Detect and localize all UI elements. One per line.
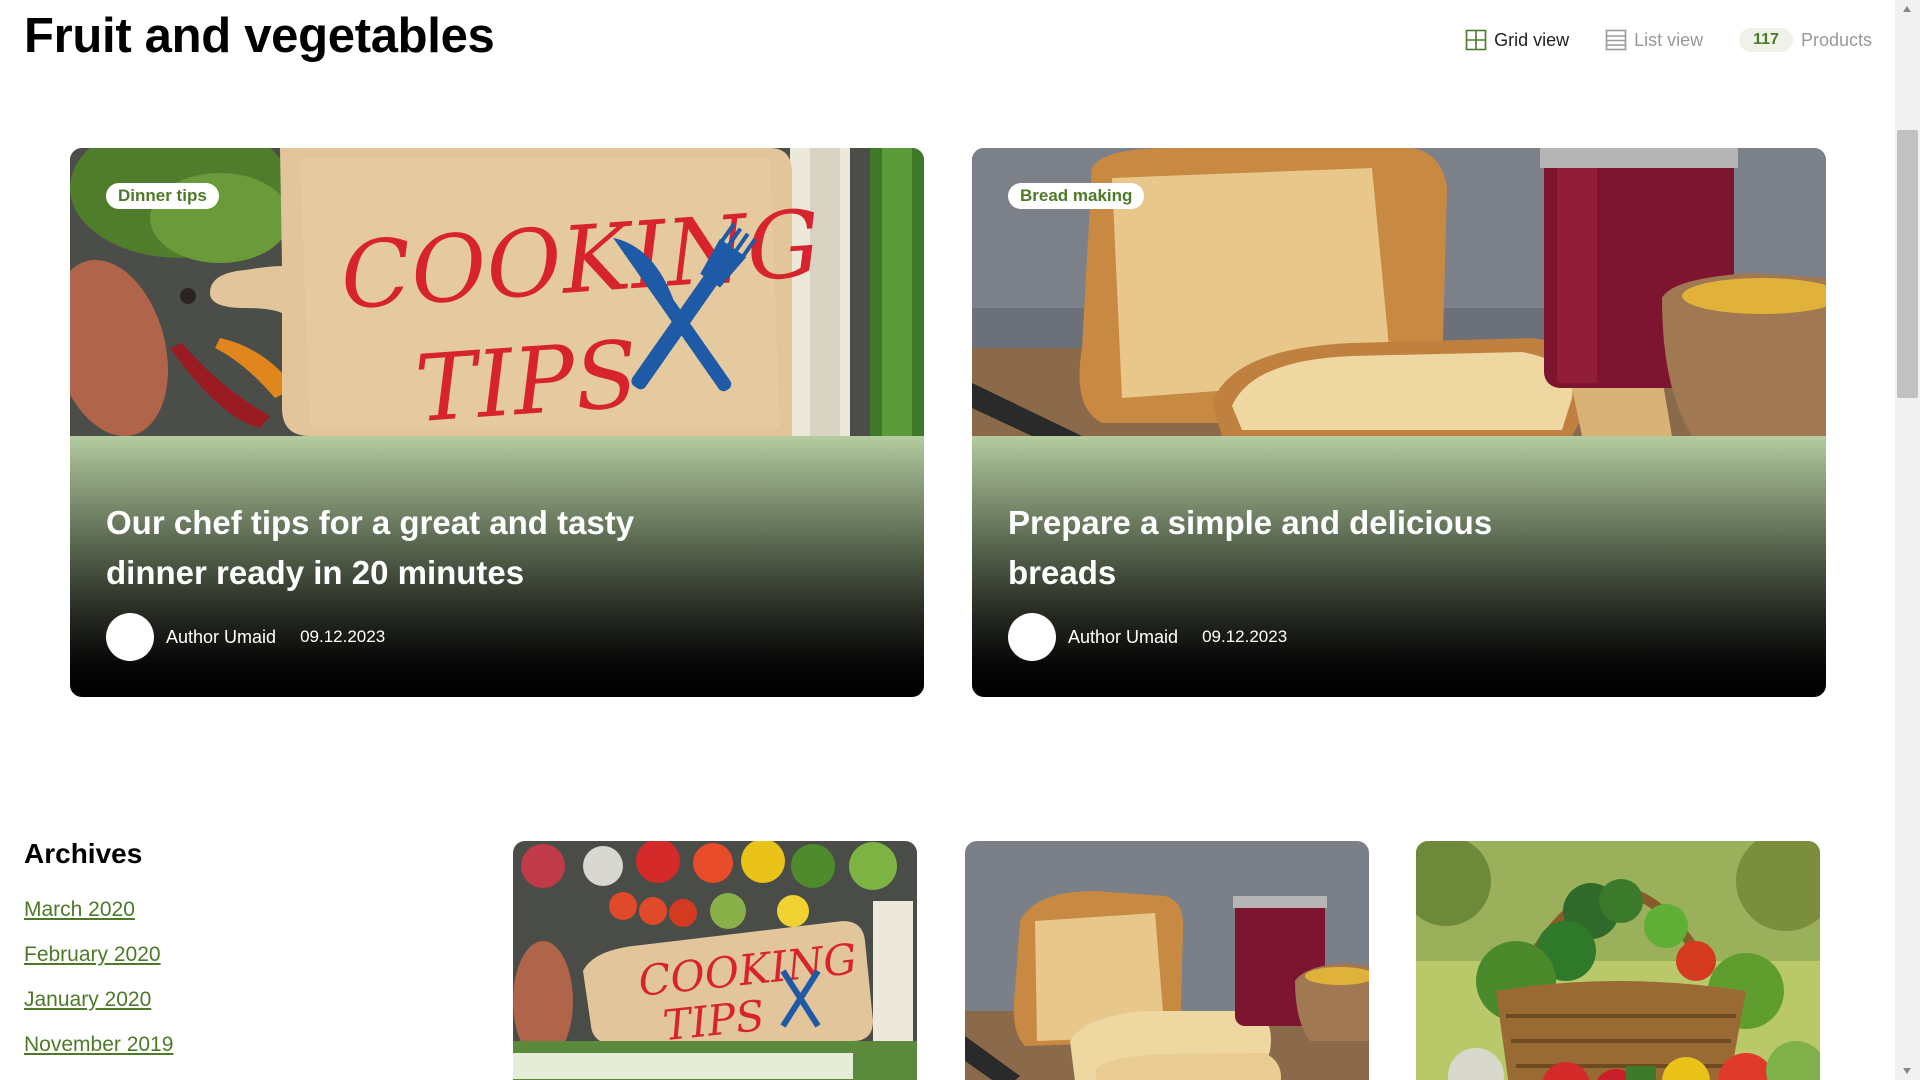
- archives-section: Archives March 2020 February 2020 Januar…: [24, 838, 173, 1078]
- page-title: Fruit and vegetables: [24, 9, 495, 63]
- archive-link-november-2019[interactable]: November 2019: [24, 1033, 173, 1057]
- archive-link-march-2020[interactable]: March 2020: [24, 898, 173, 922]
- grid-icon: [1465, 29, 1487, 51]
- author-name: Author Umaid: [166, 626, 277, 647]
- list-view-button[interactable]: List view: [1605, 29, 1703, 51]
- products-label: Products: [1800, 29, 1872, 50]
- cooking-tips-vegetables-image: COOKING TIPS: [513, 841, 917, 1080]
- archive-link-february-2020[interactable]: February 2020: [24, 943, 173, 967]
- author-name: Author Umaid: [1068, 626, 1179, 647]
- thumbnail-card-cooking-tips[interactable]: COOKING TIPS: [513, 841, 917, 1080]
- scroll-up-arrow-icon[interactable]: [1903, 6, 1911, 12]
- thumbnail-card-bread[interactable]: [965, 841, 1369, 1080]
- card-meta: Author Umaid 09.12.2023: [1008, 613, 1287, 661]
- page: Fruit and vegetables Grid view List view…: [0, 0, 1895, 1080]
- card-title[interactable]: Prepare a simple and delicious breads: [1008, 498, 1578, 598]
- card-meta: Author Umaid 09.12.2023: [106, 613, 385, 661]
- products-count: 117 Products: [1739, 28, 1872, 52]
- grid-view-button[interactable]: Grid view: [1465, 29, 1569, 51]
- post-date: 09.12.2023: [1202, 627, 1288, 646]
- svg-text:TIPS: TIPS: [412, 321, 642, 436]
- thumbnail-card-vegetable-basket[interactable]: [1416, 841, 1820, 1080]
- products-count-badge: 117: [1739, 28, 1793, 52]
- bread-and-jam-image: [965, 841, 1369, 1080]
- list-icon: [1605, 29, 1627, 51]
- list-view-label: List view: [1634, 29, 1704, 50]
- avatar: [106, 613, 154, 661]
- grid-view-label: Grid view: [1494, 29, 1570, 50]
- scrollbar-thumb[interactable]: [1897, 130, 1918, 398]
- scroll-down-arrow-icon[interactable]: [1903, 1068, 1911, 1074]
- view-controls: Grid view List view 117 Products: [1465, 26, 1872, 54]
- featured-card-dinner-tips[interactable]: COOKING TIPS Dinner tips Our chef tips f…: [70, 148, 924, 697]
- card-title[interactable]: Our chef tips for a great and tasty dinn…: [106, 498, 676, 598]
- archive-link-january-2020[interactable]: January 2020: [24, 988, 173, 1012]
- vertical-scrollbar[interactable]: [1895, 0, 1920, 1080]
- featured-card-bread-making[interactable]: Bread making Prepare a simple and delici…: [972, 148, 1826, 697]
- category-tag[interactable]: Dinner tips: [106, 183, 219, 209]
- post-date: 09.12.2023: [300, 627, 386, 646]
- archives-heading: Archives: [24, 838, 143, 869]
- vegetable-basket-image: [1416, 841, 1820, 1080]
- category-tag[interactable]: Bread making: [1008, 183, 1145, 209]
- avatar: [1008, 613, 1056, 661]
